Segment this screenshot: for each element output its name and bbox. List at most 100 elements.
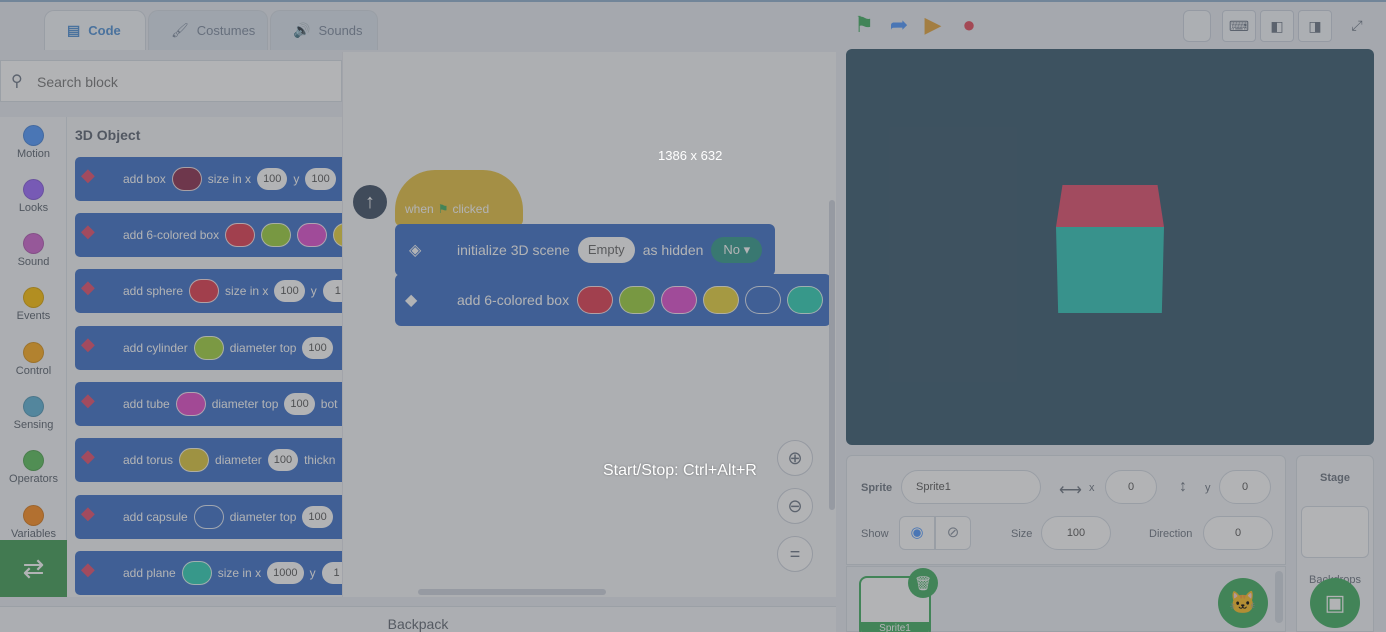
code-vertical-scrollbar[interactable]: [829, 200, 835, 510]
turbo-play-icon[interactable]: ▶: [920, 12, 946, 38]
add-sprite-button[interactable]: 🐱: [1218, 578, 1268, 628]
zoom-reset-button[interactable]: =: [777, 536, 813, 572]
palette-block-input[interactable]: 100: [305, 168, 336, 190]
palette-block[interactable]: ◆ add cylinder diameter top 100: [75, 326, 342, 370]
scroll-up-icon[interactable]: ↑: [353, 185, 387, 219]
stage-mode-toggle[interactable]: [1183, 10, 1211, 42]
motion-dot-icon: [23, 125, 44, 146]
color-input[interactable]: [181, 561, 212, 585]
zoom-in-button[interactable]: ⊕: [777, 440, 813, 476]
color-input[interactable]: [193, 505, 224, 529]
palette-block-input[interactable]: 100: [267, 449, 299, 471]
face-color-input[interactable]: [661, 286, 698, 314]
when-flag-clicked-block[interactable]: when ⚑ clicked: [395, 170, 523, 226]
face-color-input[interactable]: [745, 286, 782, 314]
size-input[interactable]: 100: [1041, 516, 1111, 550]
stop-button[interactable]: ●: [956, 12, 982, 38]
palette-block-input[interactable]: 100: [302, 337, 333, 359]
brush-icon: 🖌: [171, 22, 189, 38]
palette-block[interactable]: ◆ add plane size in x 1000 y 1: [75, 551, 342, 595]
palette-block-input[interactable]: 1: [322, 280, 342, 302]
face-color-input[interactable]: [619, 286, 656, 314]
tab-sounds[interactable]: 🔊 Sounds: [270, 10, 378, 50]
category-sensing[interactable]: Sensing: [0, 396, 67, 431]
sprite-name-input[interactable]: Sprite1: [901, 470, 1041, 504]
green-flag-button[interactable]: ⚑: [851, 12, 877, 38]
x-input[interactable]: 0: [1105, 470, 1157, 504]
color-input[interactable]: [179, 448, 210, 472]
palette-block-param: y: [293, 172, 300, 186]
palette-block[interactable]: ◆ add tube diameter top 100 bot: [75, 382, 342, 426]
sprite-list-scrollbar[interactable]: [1275, 571, 1283, 623]
palette-block-input[interactable]: 100: [274, 280, 305, 302]
palette-block-input[interactable]: 100: [257, 168, 288, 190]
palette-block-input[interactable]: 100: [284, 393, 315, 415]
palette-block[interactable]: ◆ add capsule diameter top 100: [75, 495, 342, 539]
large-stage-icon[interactable]: ◨: [1298, 10, 1332, 42]
trash-icon[interactable]: 🗑: [908, 568, 938, 598]
tab-costumes[interactable]: 🖌 Costumes: [148, 10, 268, 50]
code-icon: ▤: [67, 22, 81, 38]
category-operators[interactable]: Operators: [0, 450, 67, 485]
category-operators-label: Operators: [9, 473, 58, 485]
palette-block[interactable]: ◆ add torus diameter 100 thickn: [75, 438, 342, 482]
stage-canvas[interactable]: [846, 49, 1374, 445]
palette-block-label: add capsule: [123, 510, 188, 524]
small-stage-icon[interactable]: ◧: [1260, 10, 1294, 42]
show-visible-icon[interactable]: ◉: [899, 516, 935, 550]
category-control[interactable]: Control: [0, 342, 67, 377]
category-motion-label: Motion: [16, 148, 51, 160]
y-input[interactable]: 0: [1219, 470, 1271, 504]
stage-thumbnail[interactable]: [1301, 506, 1369, 558]
direction-input[interactable]: 0: [1203, 516, 1273, 550]
category-events[interactable]: Events: [0, 287, 67, 322]
color-input[interactable]: [175, 392, 206, 416]
face-color-input[interactable]: [703, 286, 740, 314]
color-input[interactable]: [225, 223, 256, 247]
init-mid-label: as hidden: [642, 242, 704, 258]
initialize-3d-scene-block[interactable]: ◈ initialize 3D scene Empty as hidden No…: [395, 224, 775, 276]
show-hidden-icon[interactable]: ⊘: [935, 516, 971, 550]
color-input[interactable]: [261, 223, 292, 247]
face-color-input[interactable]: [577, 286, 614, 314]
palette-block-input[interactable]: 1: [321, 562, 342, 584]
add-backdrop-button[interactable]: ▣: [1310, 578, 1360, 628]
palette-block[interactable]: ◆ add sphere size in x 100 y 1: [75, 269, 342, 313]
block-search[interactable]: ⚲: [0, 60, 342, 102]
tab-code-label: Code: [88, 23, 121, 38]
green-flag-icon: ⚑: [437, 202, 449, 216]
palette-block-label: add cylinder: [123, 341, 188, 355]
backpack-panel[interactable]: Backpack: [0, 606, 836, 632]
palette-block-input[interactable]: 1000: [267, 562, 304, 584]
palette-block[interactable]: ◆ add 6-colored box: [75, 213, 342, 257]
keyboard-icon[interactable]: ⌨: [1222, 10, 1256, 42]
palette-block[interactable]: ◆ add box size in x 100 y 100: [75, 157, 342, 201]
color-input[interactable]: [171, 167, 202, 191]
box-label: add 6-colored box: [457, 292, 570, 308]
color-input[interactable]: [193, 336, 224, 360]
zoom-out-button[interactable]: ⊖: [777, 488, 813, 524]
scene-type-input[interactable]: Empty: [577, 237, 635, 263]
face-color-input[interactable]: [787, 286, 824, 314]
step-forward-icon[interactable]: ➦: [886, 12, 912, 38]
search-input[interactable]: [37, 69, 327, 95]
palette-block-input[interactable]: 100: [302, 506, 333, 528]
color-input[interactable]: [333, 223, 342, 247]
code-horizontal-scrollbar[interactable]: [418, 589, 606, 595]
operators-dot-icon: [23, 450, 44, 471]
show-label: Show: [861, 528, 889, 540]
category-looks[interactable]: Looks: [0, 179, 67, 214]
x-label: x: [1089, 482, 1095, 494]
hidden-dropdown[interactable]: No ▾: [711, 237, 763, 263]
category-motion[interactable]: Motion: [0, 125, 67, 160]
add-6-colored-box-block[interactable]: ◆ add 6-colored box: [395, 274, 831, 326]
fullscreen-icon[interactable]: ⤢: [1340, 10, 1374, 42]
color-input[interactable]: [297, 223, 328, 247]
add-extension-button[interactable]: ⇄: [0, 540, 67, 597]
tab-code[interactable]: ▤ Code: [44, 10, 146, 50]
color-input[interactable]: [189, 279, 220, 303]
category-sound[interactable]: Sound: [0, 233, 67, 268]
code-area[interactable]: ↑ when ⚑ clicked ◈ initialize 3D scene E…: [342, 52, 836, 597]
category-variables[interactable]: Variables: [0, 505, 67, 540]
stage-title: Stage: [1320, 472, 1350, 484]
